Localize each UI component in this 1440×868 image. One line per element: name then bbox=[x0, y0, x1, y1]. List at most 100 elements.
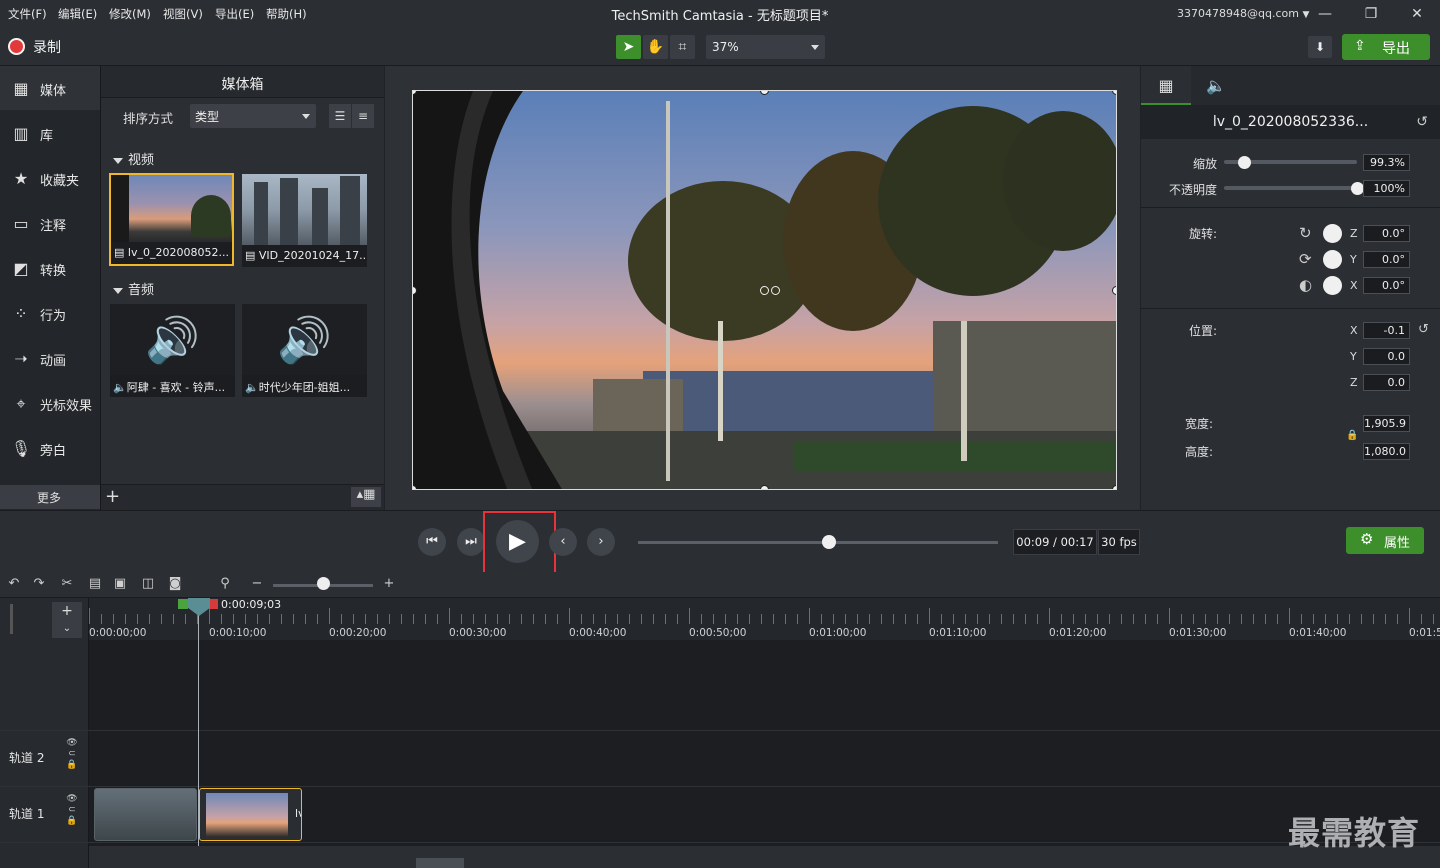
playhead-in-marker[interactable] bbox=[178, 599, 188, 609]
sidebar-item-behaviors[interactable]: ⁘ 行为 bbox=[0, 291, 100, 335]
step-forward-icon[interactable]: ⏭ bbox=[457, 528, 485, 556]
speaker-icon: 🔊 bbox=[277, 315, 332, 366]
properties-button[interactable]: ⚙ 属性 bbox=[1346, 527, 1424, 554]
scale-value[interactable]: 99.3% bbox=[1363, 154, 1410, 171]
step-back-icon[interactable]: ⏮ bbox=[418, 528, 446, 556]
reset-icon[interactable]: ↺ bbox=[1418, 322, 1429, 337]
rotation-x-dial[interactable] bbox=[1323, 276, 1342, 295]
timeline-clip-2[interactable]: lv bbox=[199, 788, 302, 841]
position-z-value[interactable]: 0.0 bbox=[1363, 374, 1410, 391]
speaker-icon: 🔈 bbox=[245, 381, 259, 394]
add-icon[interactable]: + bbox=[105, 486, 120, 507]
zoom-search-icon[interactable]: ⚲ bbox=[216, 576, 234, 594]
rotation-y-value[interactable]: 0.0° bbox=[1363, 251, 1410, 268]
previous-clip-icon[interactable]: ‹ bbox=[549, 528, 577, 556]
media-video-2[interactable]: ▤ VID_20201024_17... bbox=[242, 174, 367, 267]
sidebar-item-media[interactable]: ▦ 媒体 bbox=[0, 66, 100, 110]
cut-icon[interactable]: ✂ bbox=[58, 576, 76, 594]
more-button[interactable]: 更多 bbox=[0, 485, 100, 509]
canvas-video-preview[interactable] bbox=[412, 90, 1117, 490]
copy-icon[interactable]: ▤ bbox=[86, 576, 104, 594]
rotation-z-dial[interactable] bbox=[1323, 224, 1342, 243]
media-audio-1[interactable]: 🔊 🔈阿肆 - 喜欢 - 铃声... bbox=[110, 304, 235, 397]
position-x-value[interactable]: -0.1 bbox=[1363, 322, 1410, 339]
redo-icon[interactable]: ↷ bbox=[30, 576, 48, 594]
reset-icon[interactable]: ↺ bbox=[1416, 105, 1428, 139]
sort-order-icon[interactable]: ≡ bbox=[352, 104, 374, 128]
download-icon[interactable]: ⬇ bbox=[1308, 36, 1332, 58]
scale-slider-knob[interactable] bbox=[1237, 156, 1251, 169]
playhead-out-marker[interactable] bbox=[210, 599, 218, 609]
sidebar-item-cursor-effects[interactable]: ⌖ 光标效果 bbox=[0, 381, 100, 425]
restore-icon[interactable]: ❐ bbox=[1356, 4, 1386, 24]
sidebar-item-library[interactable]: ▥ 库 bbox=[0, 111, 100, 155]
minimize-icon[interactable]: — bbox=[1310, 4, 1340, 24]
sidebar-item-annotations[interactable]: ▭ 注释 bbox=[0, 201, 100, 245]
zoom-in-icon[interactable]: + bbox=[380, 576, 398, 594]
sidebar-item-label: 动画 bbox=[40, 354, 67, 369]
video-section-header[interactable]: 视频 bbox=[113, 149, 154, 168]
visual-properties-tab-icon[interactable]: ▦ bbox=[1141, 66, 1191, 105]
paste-icon[interactable]: ▣ bbox=[111, 576, 129, 594]
lock-aspect-icon[interactable]: 🔒 bbox=[1346, 430, 1358, 441]
scrollbar-thumb[interactable] bbox=[416, 858, 464, 868]
width-value[interactable]: 1,905.9 bbox=[1363, 415, 1410, 432]
rotation-x-value[interactable]: 0.0° bbox=[1363, 277, 1410, 294]
timeline-zoom-knob[interactable] bbox=[317, 577, 330, 590]
resize-handle[interactable] bbox=[760, 485, 769, 489]
timeline-scrollbar[interactable] bbox=[89, 846, 1440, 868]
collapse-tracks-icon[interactable]: ⌄ bbox=[52, 620, 82, 638]
rotate-handle[interactable] bbox=[771, 286, 780, 295]
resize-handle[interactable] bbox=[1112, 286, 1116, 295]
sort-select[interactable]: 类型 bbox=[190, 104, 316, 128]
ruler-tick: 0:00:10;00 bbox=[209, 627, 267, 639]
zoom-select[interactable]: 37% bbox=[706, 35, 825, 59]
details-view-icon[interactable]: ☰ bbox=[329, 104, 351, 128]
media-video-1[interactable]: ▤ lv_0_202008052... bbox=[109, 173, 234, 266]
select-tool-icon[interactable]: ➤ bbox=[616, 35, 641, 59]
track-2-controls-icon[interactable]: 👁 ⊂ 🔒 bbox=[66, 738, 78, 771]
opacity-slider[interactable] bbox=[1224, 186, 1357, 190]
rotation-y-dial[interactable] bbox=[1323, 250, 1342, 269]
scrub-knob[interactable] bbox=[821, 535, 836, 549]
position-y-value[interactable]: 0.0 bbox=[1363, 348, 1410, 365]
opacity-value[interactable]: 100% bbox=[1363, 180, 1410, 197]
close-icon[interactable]: ✕ bbox=[1402, 4, 1432, 24]
scrub-bar[interactable] bbox=[638, 541, 998, 544]
track-separator bbox=[0, 730, 1440, 731]
sidebar-item-voice-narration[interactable]: 🎙 旁白 bbox=[0, 426, 100, 470]
crop-tool-icon[interactable]: ⌗ bbox=[670, 35, 695, 59]
grid-view-icon[interactable]: ▴▦ bbox=[351, 487, 381, 507]
track-1-controls-icon[interactable]: 👁 ⊂ 🔒 bbox=[66, 794, 78, 827]
height-value[interactable]: 1,080.0 bbox=[1363, 443, 1410, 460]
export-button[interactable]: ⇪ 导出 bbox=[1342, 34, 1430, 60]
add-track-icon[interactable]: + bbox=[52, 602, 82, 620]
sidebar-item-animations[interactable]: ➝ 动画 bbox=[0, 336, 100, 380]
rotation-z-value[interactable]: 0.0° bbox=[1363, 225, 1410, 242]
timeline-ruler[interactable]: 0:00:00;00 0:00:10;00 0:00:20;00 0:00:30… bbox=[89, 598, 1440, 640]
sidebar-item-favorites[interactable]: ★ 收藏夹 bbox=[0, 156, 100, 200]
pan-tool-icon[interactable]: ✋ bbox=[643, 35, 668, 59]
zoom-out-icon[interactable]: − bbox=[248, 576, 266, 594]
more-label: 更多 bbox=[37, 491, 62, 505]
track-2-label[interactable]: 轨道 2 bbox=[9, 749, 44, 766]
track-1-label[interactable]: 轨道 1 bbox=[9, 805, 44, 822]
ruler-tick: 0:00:20;00 bbox=[329, 627, 387, 639]
account-menu[interactable]: 3370478948@qq.com ▼ bbox=[1177, 7, 1309, 20]
split-icon[interactable]: ◫ bbox=[139, 576, 157, 594]
undo-icon[interactable]: ↶ bbox=[5, 576, 23, 594]
next-clip-icon[interactable]: › bbox=[587, 528, 615, 556]
record-button[interactable]: 录制 bbox=[8, 36, 78, 58]
sidebar-item-transitions[interactable]: ◩ 转换 bbox=[0, 246, 100, 290]
audio-properties-tab-icon[interactable]: 🔈 bbox=[1191, 66, 1241, 105]
collapse-icon bbox=[113, 157, 123, 164]
rotate-handle[interactable] bbox=[760, 286, 769, 295]
snapshot-icon[interactable]: ◙ bbox=[166, 576, 184, 594]
divider bbox=[1141, 207, 1440, 208]
timeline-clip-1[interactable] bbox=[94, 788, 197, 841]
position-label: 位置: bbox=[1188, 324, 1217, 338]
track-height-slider[interactable] bbox=[10, 604, 13, 634]
resize-handle[interactable] bbox=[1112, 485, 1116, 489]
audio-section-header[interactable]: 音频 bbox=[113, 279, 154, 298]
media-audio-2[interactable]: 🔊 🔈时代少年团-姐姐... bbox=[242, 304, 367, 397]
